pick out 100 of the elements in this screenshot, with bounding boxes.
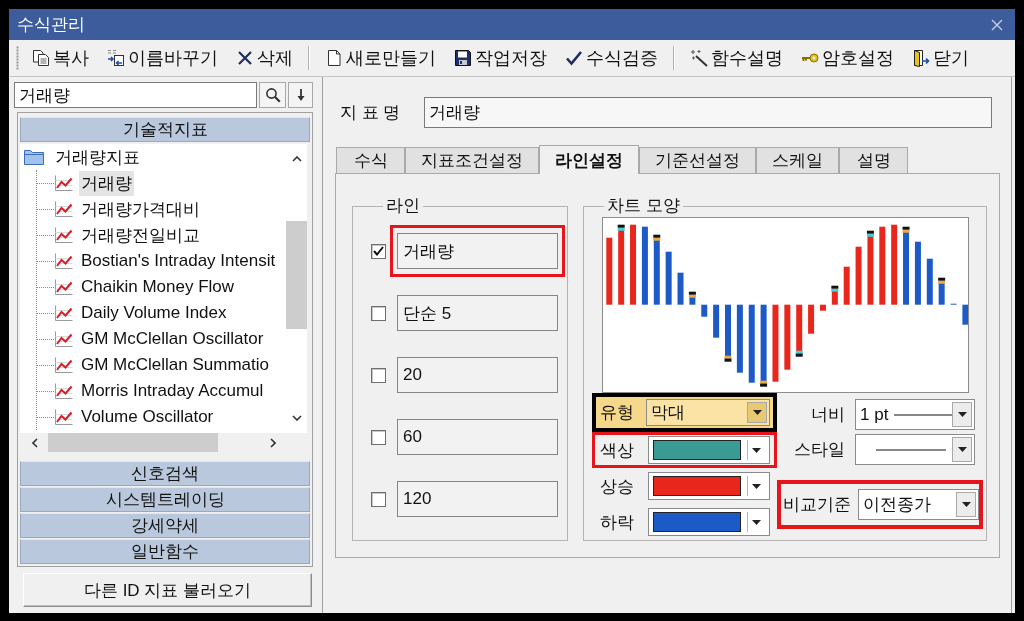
indicator-name-field[interactable]: 거래량 <box>424 97 992 128</box>
toolbar-button[interactable]: 이름바꾸기 <box>98 43 227 73</box>
tree-item[interactable]: 거래량가격대비 <box>79 196 202 222</box>
tab[interactable]: 지표조건설정 <box>405 147 539 173</box>
line-chart-icon <box>54 252 74 270</box>
line-name-field[interactable]: 120 <box>397 481 558 517</box>
section-header[interactable]: 강세약세 <box>20 513 310 538</box>
section-header[interactable]: 신호검색 <box>20 461 310 486</box>
chart-bar <box>914 241 921 305</box>
tree-item[interactable]: 거래량 <box>79 170 134 196</box>
field-label: 비교기준 <box>783 494 852 516</box>
compare-dropdown[interactable]: 이전종가 <box>858 489 979 520</box>
tab[interactable]: 스케일 <box>756 147 839 173</box>
toolbar-button[interactable]: 함수설명 <box>681 43 792 73</box>
toolbar-button[interactable]: 닫기 <box>903 43 978 73</box>
tree-item[interactable]: Bostian's Intraday Intensit <box>79 250 278 272</box>
chart-bar <box>784 304 791 370</box>
chart-bar <box>665 251 672 305</box>
down-arrow-button[interactable] <box>288 82 313 108</box>
tree-item[interactable]: GM McClellan Summatio <box>79 354 271 376</box>
bar-marker <box>938 277 946 284</box>
checkmark-icon <box>565 49 583 67</box>
window-title: 수식관리 <box>17 14 85 36</box>
tab[interactable]: 설명 <box>839 147 908 173</box>
field-label: 유형 <box>600 402 635 424</box>
folder-icon <box>24 149 44 165</box>
search-field[interactable]: 거래량 <box>14 82 257 108</box>
grip-icon[interactable] <box>16 46 19 70</box>
color-dropdown[interactable] <box>648 508 770 536</box>
copy-icon <box>32 49 50 67</box>
line-name-field[interactable]: 60 <box>397 419 558 455</box>
toolbar-button[interactable]: 암호설정 <box>792 43 903 73</box>
chevron-up-icon[interactable] <box>291 156 302 162</box>
checkbox[interactable] <box>371 305 386 321</box>
line-chart-icon <box>54 330 74 348</box>
toolbar-button[interactable]: 작업저장 <box>445 43 556 73</box>
door-exit-icon <box>912 49 930 67</box>
close-icon[interactable] <box>991 18 1003 31</box>
caret-icon <box>957 412 967 417</box>
chevron-right-icon[interactable] <box>270 437 276 448</box>
field-label: 하락 <box>600 511 635 534</box>
tree-folder[interactable]: 거래량지표 <box>53 144 142 170</box>
line-chart-icon <box>54 226 74 244</box>
chevron-left-icon[interactable] <box>32 437 38 448</box>
checkbox[interactable] <box>371 429 386 445</box>
line-name-field[interactable]: 20 <box>397 357 558 393</box>
scrollbar-thumb[interactable] <box>286 221 307 329</box>
tab[interactable]: 라인설정 <box>539 145 639 174</box>
rename-icon <box>107 49 125 67</box>
tab[interactable]: 수식 <box>336 147 405 173</box>
cross-icon <box>236 49 254 67</box>
section-header[interactable]: 시스템트레이딩 <box>20 487 310 512</box>
line-name-field[interactable]: 단순 5 <box>397 295 558 331</box>
line-style-dropdown[interactable] <box>855 434 975 465</box>
toolbar-button[interactable]: 복사 <box>23 43 98 73</box>
toolbar-button[interactable]: 새로만들기 <box>316 43 445 73</box>
chart-bar <box>736 304 743 373</box>
tree-item[interactable]: GM McClellan Oscillator <box>79 328 266 350</box>
bar-marker <box>688 291 696 298</box>
tree-item[interactable]: Volume Oscillator <box>79 406 216 428</box>
checkbox[interactable] <box>371 243 386 259</box>
toolbar-button[interactable]: 수식검증 <box>556 43 667 73</box>
chart-bar <box>962 304 969 325</box>
chart-bar <box>926 258 933 305</box>
line-chart-icon <box>54 200 74 218</box>
type-dropdown[interactable]: 막대 <box>646 399 770 426</box>
checkbox[interactable] <box>371 367 386 383</box>
section-header[interactable]: 기술적지표 <box>20 117 310 142</box>
load-indicator-button[interactable]: 다른 ID 지표 불러오기 <box>23 573 312 607</box>
caret-icon <box>752 519 761 525</box>
checkmark-icon <box>373 246 384 256</box>
line-chart-icon <box>54 356 74 374</box>
color-dropdown[interactable] <box>648 436 770 464</box>
color-dropdown[interactable] <box>648 472 770 500</box>
tree-item[interactable]: Chaikin Money Flow <box>79 276 237 298</box>
width-dropdown[interactable]: 1 pt <box>855 399 975 430</box>
tree-item[interactable]: Morris Intraday Accumul <box>79 380 266 402</box>
line-name-field[interactable]: 거래량 <box>397 233 558 269</box>
chart-bar <box>819 304 826 311</box>
section-header[interactable]: 일반함수 <box>20 539 310 564</box>
chart-bar <box>808 304 815 334</box>
chevron-down-icon[interactable] <box>291 415 302 421</box>
dropdown-button[interactable] <box>952 437 972 462</box>
bar-marker <box>617 224 625 231</box>
search-icon <box>264 87 281 103</box>
dropdown-button[interactable] <box>952 402 973 427</box>
bar-marker <box>760 380 768 387</box>
dropdown-button[interactable] <box>956 492 976 517</box>
dropdown-button[interactable] <box>747 402 767 423</box>
tree-item[interactable]: Daily Volume Index <box>79 302 229 324</box>
toolbar-button[interactable]: 삭제 <box>227 43 302 73</box>
tab[interactable]: 기준선설정 <box>639 147 756 173</box>
bar-marker <box>866 230 874 237</box>
caret-icon <box>752 483 761 489</box>
checkbox[interactable] <box>371 491 386 507</box>
group-title: 라인 <box>385 196 421 216</box>
line-chart-icon <box>54 174 74 192</box>
search-button[interactable] <box>259 82 286 108</box>
scrollbar-thumb[interactable] <box>48 433 218 452</box>
tree-item[interactable]: 거래량전일비교 <box>79 222 202 248</box>
